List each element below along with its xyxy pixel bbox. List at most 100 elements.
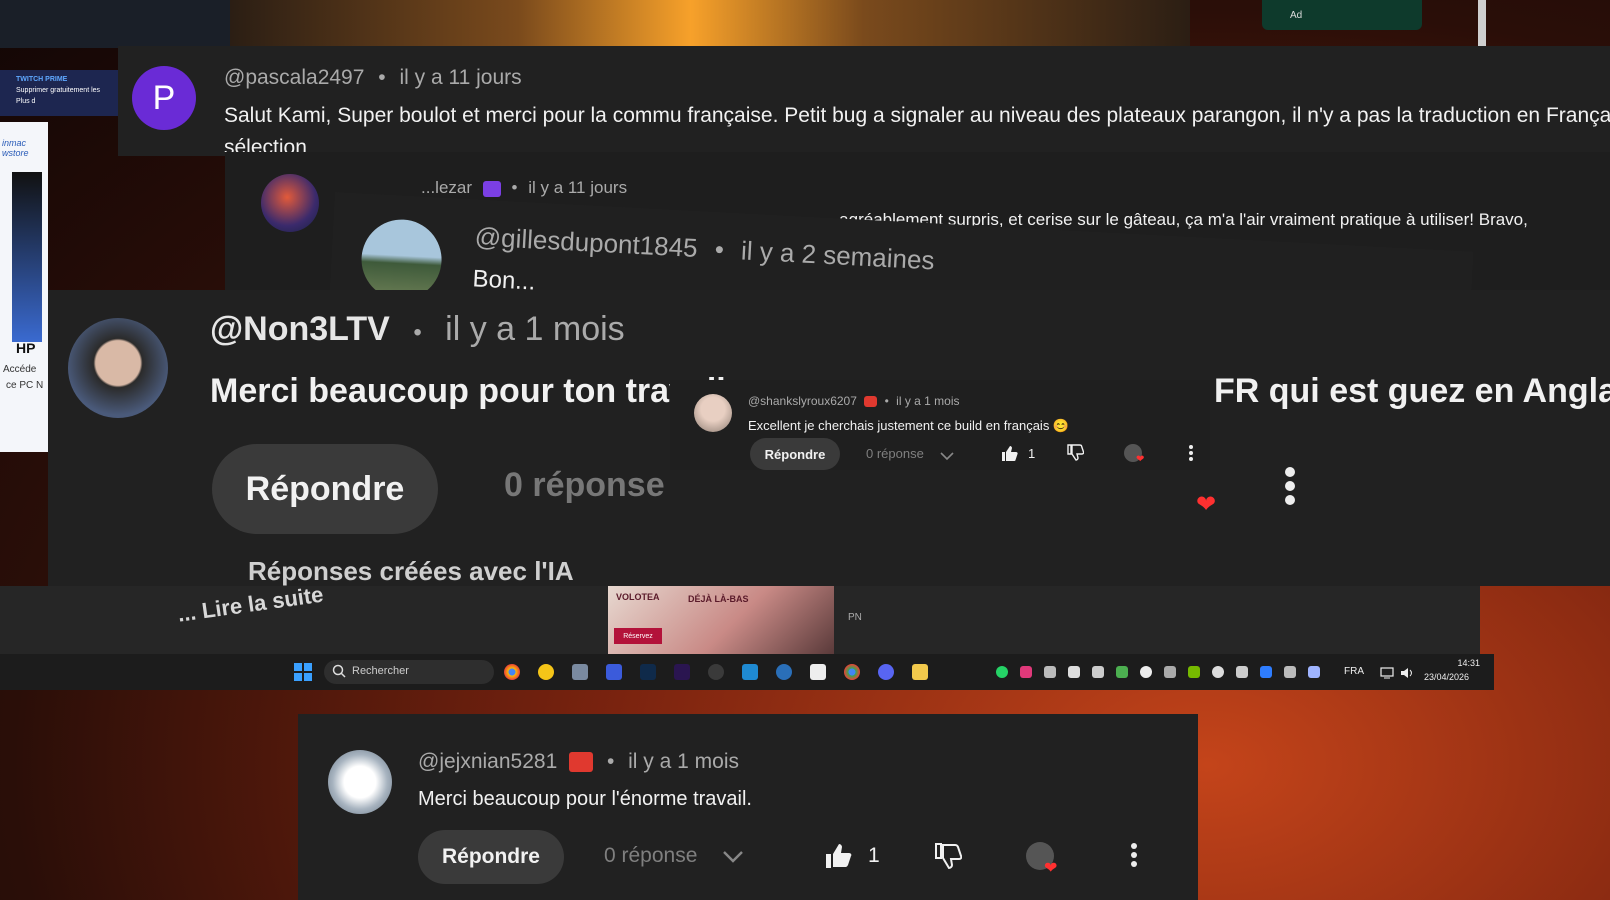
bluetooth-icon[interactable] bbox=[1260, 666, 1272, 678]
search-placeholder: Rechercher bbox=[352, 665, 409, 677]
ad-label: Ad bbox=[1290, 10, 1303, 21]
comment-card-gilles: @gillesdupont1845 • il y a 2 semaines Bo… bbox=[328, 192, 1474, 292]
volotea-cta[interactable]: Réservez bbox=[614, 628, 662, 644]
photoshop-icon[interactable] bbox=[640, 664, 656, 680]
tray-app-icon[interactable] bbox=[1092, 666, 1104, 678]
avatar[interactable] bbox=[694, 394, 732, 432]
windows-start-icon[interactable] bbox=[294, 663, 312, 686]
comment-header: ...lezar • il y a 11 jours bbox=[421, 178, 627, 198]
top-ad-thumb[interactable]: Ad bbox=[1262, 0, 1422, 30]
thumbs-down-icon[interactable] bbox=[1066, 444, 1085, 467]
separator-dot: • bbox=[714, 233, 725, 265]
tray-app-icon[interactable] bbox=[1236, 666, 1248, 678]
reply-button[interactable]: Répondre bbox=[750, 438, 840, 470]
tray-app-icon[interactable] bbox=[1020, 666, 1032, 678]
ad-badge: PN bbox=[848, 612, 862, 623]
reply-button[interactable]: Répondre bbox=[418, 830, 564, 884]
ai-replies-footer[interactable]: Réponses créées avec l'IA bbox=[248, 556, 574, 586]
avatar[interactable] bbox=[359, 217, 444, 292]
top-left-dark bbox=[0, 0, 230, 48]
reply-button[interactable]: Répondre bbox=[212, 444, 438, 534]
comment-author[interactable]: @gillesdupont1845 bbox=[474, 221, 698, 263]
thumbs-up-icon[interactable] bbox=[1000, 444, 1018, 467]
replies-count[interactable]: 0 réponse bbox=[604, 844, 697, 868]
comment-author[interactable]: ...lezar bbox=[421, 178, 472, 197]
microphone-icon[interactable] bbox=[1308, 666, 1320, 678]
tray-app-icon[interactable] bbox=[1164, 666, 1176, 678]
comment-time[interactable]: il y a 2 semaines bbox=[740, 235, 935, 275]
premiere-icon[interactable] bbox=[674, 664, 690, 680]
whatsapp-icon[interactable] bbox=[996, 666, 1008, 678]
like-count: 1 bbox=[868, 844, 880, 867]
comment-author[interactable]: @shankslyroux6207 bbox=[748, 394, 857, 408]
taskbar-search[interactable]: Rechercher bbox=[324, 660, 494, 684]
twitch-prime-title: TWITCH PRIME bbox=[16, 76, 68, 83]
clock-date[interactable]: 23/04/2026 bbox=[1424, 672, 1469, 682]
steam-icon[interactable] bbox=[776, 664, 792, 680]
volotea-ad[interactable]: VOLOTEA DÉJÀ LÀ-BAS Réservez bbox=[608, 586, 834, 654]
creator-heart-icon: ❤ bbox=[1136, 454, 1145, 465]
tray-app-icon[interactable] bbox=[1140, 666, 1152, 678]
like-count: 1 bbox=[1028, 446, 1036, 461]
comment-author[interactable]: @Non3LTV bbox=[210, 310, 390, 348]
comment-time[interactable]: il y a 1 mois bbox=[445, 310, 625, 348]
folder-icon[interactable] bbox=[912, 664, 928, 680]
twitch-prime-banner[interactable]: TWITCH PRIME Supprimer gratuitement les … bbox=[0, 70, 120, 116]
avatar[interactable] bbox=[328, 750, 392, 814]
clock-time[interactable]: 14:31 bbox=[1440, 658, 1480, 668]
chrome-icon[interactable] bbox=[504, 664, 520, 680]
comment-card-jejx: @jejxnian5281 • il y a 1 mois Merci beau… bbox=[298, 714, 1198, 900]
separator-dot: • bbox=[413, 319, 422, 346]
comment-author[interactable]: @jejxnian5281 bbox=[418, 750, 557, 773]
comment-time[interactable]: il y a 1 mois bbox=[628, 750, 739, 773]
nvidia-icon[interactable] bbox=[1188, 666, 1200, 678]
comment-time[interactable]: il y a 11 jours bbox=[399, 66, 521, 89]
replies-count[interactable]: 0 réponse bbox=[504, 466, 665, 505]
side-promo-device bbox=[12, 172, 42, 342]
member-badge-icon bbox=[482, 180, 501, 197]
comment-time[interactable]: il y a 1 mois bbox=[896, 394, 959, 408]
chrome-profile-icon[interactable] bbox=[844, 664, 860, 680]
more-options-icon[interactable] bbox=[1130, 842, 1138, 873]
network-icon[interactable] bbox=[1380, 666, 1394, 684]
discord-icon[interactable] bbox=[878, 664, 894, 680]
replies-count[interactable]: 0 réponse bbox=[866, 446, 924, 461]
capture-icon[interactable] bbox=[810, 664, 826, 680]
tray-app-icon[interactable] bbox=[1044, 666, 1056, 678]
avatar[interactable]: P bbox=[132, 66, 196, 130]
windows-taskbar: Rechercher FRA 14:31 23/04/2026 bbox=[0, 654, 1494, 690]
tray-app-icon[interactable] bbox=[1212, 666, 1224, 678]
comment-card-pascala: P @pascala2497 • il y a 11 jours Salut K… bbox=[118, 46, 1610, 156]
tray-app-icon[interactable] bbox=[1068, 666, 1080, 678]
chevron-down-icon[interactable] bbox=[722, 850, 744, 869]
comment-time[interactable]: il y a 11 jours bbox=[528, 178, 627, 197]
comment-text: Merci beaucoup pour ton travail bbox=[210, 372, 726, 410]
separator-dot: • bbox=[884, 394, 889, 408]
emoji-app-icon[interactable] bbox=[538, 664, 554, 680]
tray-app-icon[interactable] bbox=[1116, 666, 1128, 678]
top-art-strip bbox=[230, 0, 1190, 48]
member-badge-icon bbox=[569, 752, 594, 773]
comment-card-hidden: ...lezar • il y a 11 jours ...agréableme… bbox=[225, 152, 1610, 292]
thumbs-up-icon[interactable] bbox=[824, 842, 852, 875]
app-icon[interactable] bbox=[606, 664, 622, 680]
volume-icon[interactable] bbox=[1400, 666, 1414, 684]
search-icon bbox=[332, 664, 346, 683]
vscode-icon[interactable] bbox=[742, 664, 758, 680]
creator-heart-icon: ❤ bbox=[1044, 860, 1058, 877]
separator-dot: • bbox=[511, 178, 518, 197]
avatar[interactable] bbox=[68, 318, 168, 418]
more-options-icon[interactable] bbox=[1188, 444, 1194, 467]
recorder-icon[interactable] bbox=[708, 664, 724, 680]
top-right-bar bbox=[1478, 0, 1486, 48]
more-options-icon[interactable] bbox=[1284, 466, 1296, 506]
language-indicator[interactable]: FRA bbox=[1344, 666, 1364, 677]
usb-icon[interactable] bbox=[1284, 666, 1296, 678]
comment-author[interactable]: @pascala2497 bbox=[224, 66, 364, 89]
avatar[interactable] bbox=[261, 174, 319, 232]
side-promo-line1: Accéde bbox=[3, 364, 37, 375]
calculator-icon[interactable] bbox=[572, 664, 588, 680]
chevron-down-icon[interactable] bbox=[940, 448, 954, 466]
side-promo-panel[interactable]: inmac wstore HP Accéde ce PC N bbox=[0, 122, 48, 452]
thumbs-down-icon[interactable] bbox=[934, 842, 963, 875]
